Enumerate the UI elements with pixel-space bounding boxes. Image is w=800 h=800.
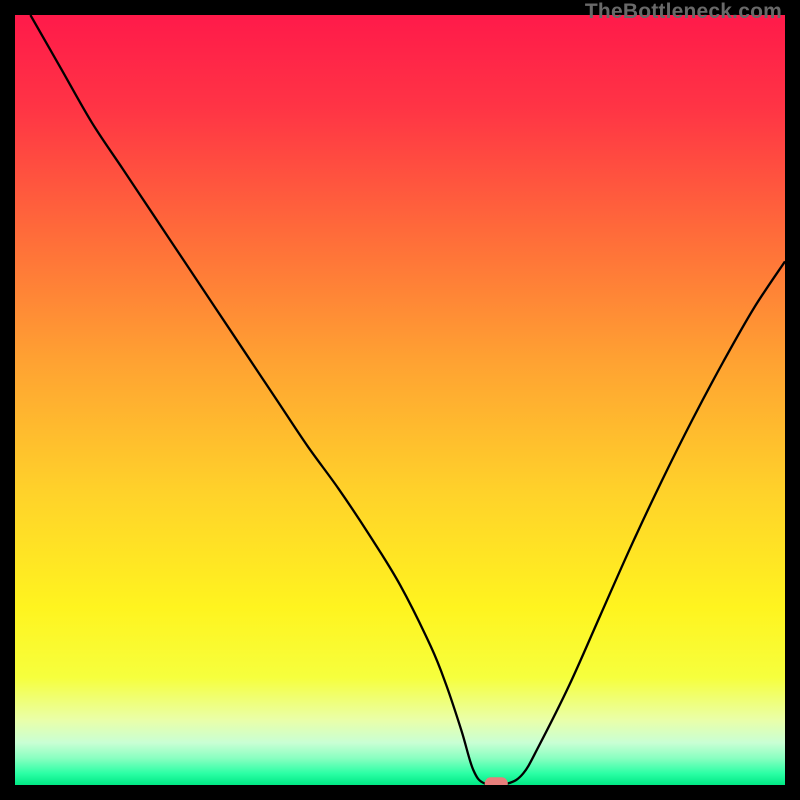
chart-frame: TheBottleneck.com	[0, 0, 800, 800]
plot-area	[15, 15, 785, 785]
chart-svg	[15, 15, 785, 785]
gradient-background	[15, 15, 785, 785]
watermark-text: TheBottleneck.com	[585, 0, 782, 24]
watermark-label: TheBottleneck.com	[585, 0, 782, 23]
optimum-marker	[485, 777, 508, 785]
